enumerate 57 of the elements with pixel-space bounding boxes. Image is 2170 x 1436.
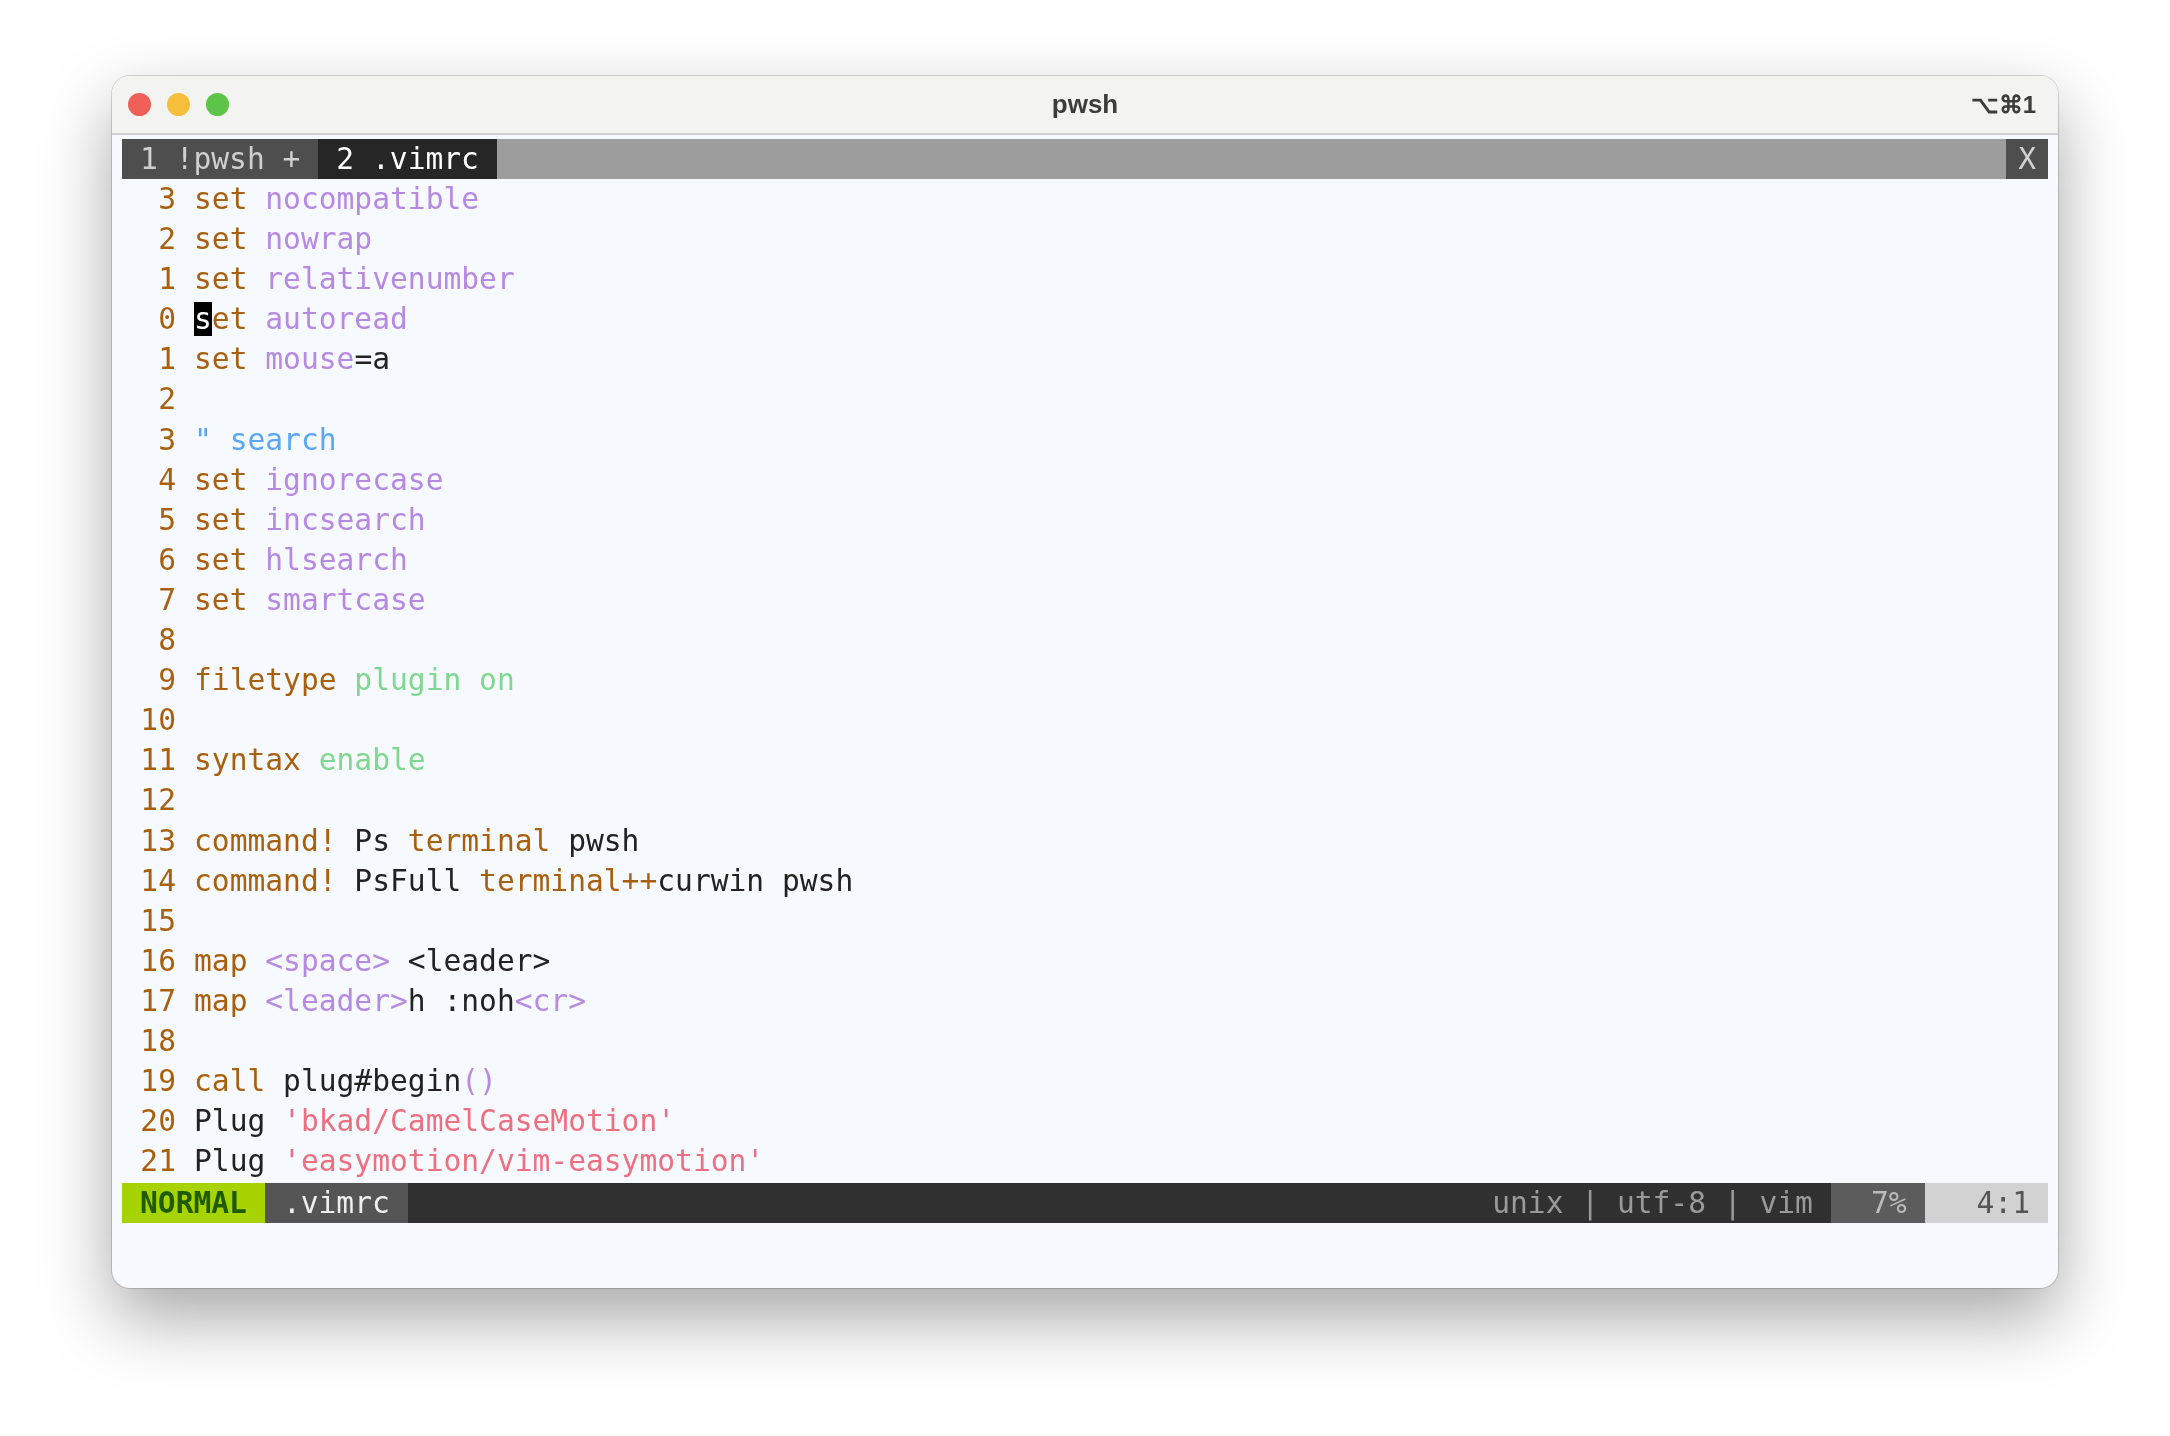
code-line: set mouse=a — [194, 341, 390, 379]
line-number: 18 — [139, 1022, 177, 1060]
code-line: set hlsearch — [194, 541, 408, 579]
line-number: 6 — [157, 541, 177, 579]
line-number: 2 — [157, 381, 177, 419]
code-line: set relativenumber — [194, 261, 515, 299]
line-number: 19 — [139, 1063, 177, 1101]
tab[interactable]: 2 .vimrc — [318, 139, 497, 179]
line-number: 11 — [139, 742, 177, 780]
minimize-button[interactable] — [167, 93, 190, 116]
mode-indicator: NORMAL — [122, 1183, 265, 1224]
line-number: 16 — [139, 942, 177, 980]
line-number: 4 — [157, 461, 177, 499]
code-line: set ignorecase — [194, 461, 444, 499]
line-number: 2 — [157, 221, 177, 259]
line-number: 5 — [157, 501, 177, 539]
line-number: 20 — [139, 1103, 177, 1141]
close-button[interactable] — [128, 93, 151, 116]
code-line: map <space> <leader> — [194, 942, 551, 980]
line-number: 15 — [139, 902, 177, 940]
code-line: set autoread — [194, 301, 408, 339]
tab[interactable]: 1 !pwsh + — [122, 139, 319, 179]
line-number: 9 — [157, 662, 177, 700]
close-tab-button[interactable]: X — [2006, 139, 2048, 179]
code-line: set nocompatible — [194, 181, 480, 218]
code-line: set smartcase — [194, 581, 426, 619]
code-line: syntax enable — [194, 742, 426, 780]
line-number: 0 — [157, 301, 177, 339]
line-number: 12 — [139, 782, 177, 820]
line-number: 21 — [139, 1143, 177, 1181]
code-line: command! PsFull terminal++curwin pwsh — [194, 862, 854, 900]
line-number: 1 — [157, 341, 177, 379]
line-number: 3 — [157, 421, 177, 459]
line-number: 17 — [139, 982, 177, 1020]
code-line: command! Ps terminal pwsh — [194, 822, 640, 860]
code-line: call plug#begin() — [194, 1063, 497, 1101]
line-number: 10 — [139, 702, 177, 740]
line-number: 14 — [139, 862, 177, 900]
file-info: unix | utf-8 | vim — [1491, 1185, 1814, 1223]
code-line: filetype plugin on — [194, 662, 515, 700]
line-number: 3 — [157, 181, 177, 218]
code-line: " search — [194, 421, 337, 459]
window-title: pwsh — [1051, 89, 1119, 120]
line-number: 13 — [139, 822, 177, 860]
code-line: Plug 'easymotion/vim-easymotion' — [194, 1143, 765, 1181]
scroll-percent: 7% — [1830, 1183, 1925, 1224]
file-name: .vimrc — [264, 1183, 408, 1224]
code-line: set nowrap — [194, 221, 373, 259]
code-line: Plug 'bkad/CamelCaseMotion' — [194, 1103, 676, 1141]
cursor-position: 4:1 — [1924, 1183, 2048, 1224]
line-number: 1 — [157, 261, 177, 299]
line-number: 7 — [157, 581, 177, 619]
code-line: set incsearch — [194, 501, 426, 539]
code-line: map <leader>h :noh<cr> — [194, 982, 586, 1020]
shortcut-label: ⌥⌘1 — [1970, 90, 2036, 119]
line-number: 8 — [157, 622, 177, 660]
zoom-button[interactable] — [206, 93, 229, 116]
